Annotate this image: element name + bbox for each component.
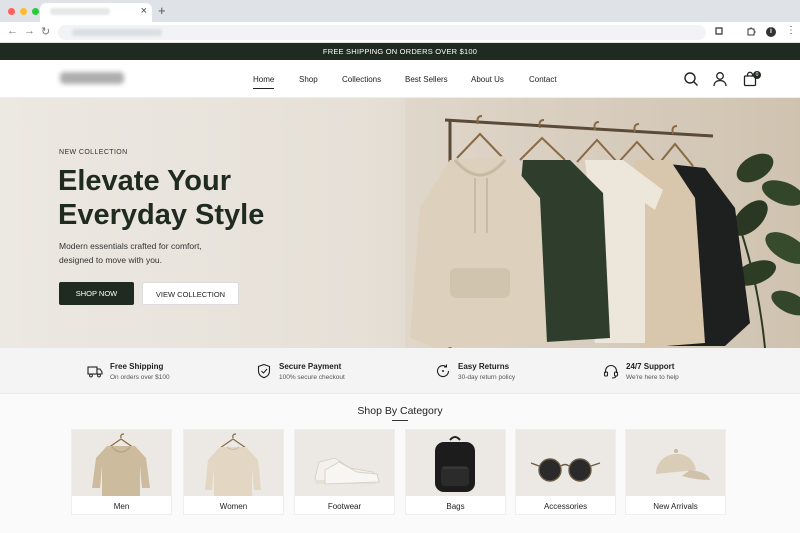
profile-icon[interactable]: i bbox=[766, 27, 776, 37]
category-label: Accessories bbox=[543, 502, 588, 511]
browser-menu-icon[interactable]: ⋮ bbox=[786, 25, 796, 36]
category-card-men[interactable]: Men bbox=[71, 429, 172, 515]
sunglasses-image bbox=[516, 430, 615, 496]
sneaker-image bbox=[295, 430, 394, 496]
heading-underline bbox=[392, 420, 408, 421]
hero-title-line-2: Everyday Style bbox=[58, 199, 265, 231]
hero-banner: NEW COLLECTION Elevate Your Everyday Sty… bbox=[0, 98, 800, 348]
return-icon bbox=[436, 364, 450, 378]
extension-icon[interactable] bbox=[714, 26, 724, 36]
puzzle-icon[interactable] bbox=[746, 26, 756, 36]
site-logo[interactable] bbox=[60, 72, 124, 84]
address-bar[interactable] bbox=[58, 25, 706, 40]
truck-icon bbox=[87, 366, 103, 378]
close-window-button[interactable] bbox=[8, 8, 15, 15]
category-label: Women bbox=[219, 502, 248, 511]
category-label: Bags bbox=[446, 502, 465, 511]
feature-title: Easy Returns bbox=[458, 362, 510, 371]
backpack-image bbox=[406, 430, 505, 496]
feature-subtitle: 30-day return policy bbox=[458, 374, 516, 381]
feature-subtitle: We're here to help bbox=[626, 374, 679, 381]
cap-image bbox=[626, 430, 725, 496]
hero-kicker: NEW COLLECTION bbox=[59, 149, 128, 156]
category-section: Shop By Category Men Women Footwear Bags… bbox=[0, 394, 800, 533]
hero-title-line-1: Elevate Your bbox=[58, 165, 232, 197]
browser-window: × + ← → ↻ i ⋮ FREE SHIPPING ON ORDERS OV… bbox=[0, 0, 800, 533]
browser-toolbar: ← → ↻ i ⋮ bbox=[0, 22, 800, 43]
category-heading: Shop By Category bbox=[357, 405, 443, 417]
new-tab-button[interactable]: + bbox=[158, 3, 166, 18]
site-header: Home Shop Collections Best Sellers About… bbox=[0, 60, 800, 98]
hero-subtitle-line-2: designed to move with you. bbox=[59, 255, 163, 265]
tab-strip: × + bbox=[0, 0, 800, 22]
window-controls bbox=[8, 8, 39, 15]
nav-shop[interactable]: Shop bbox=[299, 75, 318, 84]
hero-subtitle-line-1: Modern essentials crafted for comfort, bbox=[59, 241, 202, 251]
minimize-window-button[interactable] bbox=[20, 8, 27, 15]
back-icon[interactable]: ← bbox=[7, 25, 18, 37]
nav-contact[interactable]: Contact bbox=[529, 75, 557, 84]
feature-subtitle: 100% secure checkout bbox=[279, 374, 345, 381]
search-icon[interactable] bbox=[683, 71, 699, 87]
url-text-blurred bbox=[72, 29, 162, 36]
maximize-window-button[interactable] bbox=[32, 8, 39, 15]
forward-icon[interactable]: → bbox=[24, 25, 35, 37]
close-tab-icon[interactable]: × bbox=[141, 5, 147, 17]
moon-icon[interactable] bbox=[731, 26, 739, 36]
feature-title: Free Shipping bbox=[110, 362, 164, 371]
view-collection-button[interactable]: VIEW COLLECTION bbox=[142, 282, 239, 305]
category-card-footwear[interactable]: Footwear bbox=[294, 429, 395, 515]
nav-best-sellers[interactable]: Best Sellers bbox=[405, 75, 448, 84]
category-label: Footwear bbox=[327, 502, 362, 511]
shield-check-icon bbox=[257, 363, 271, 379]
sweater-image bbox=[184, 430, 283, 496]
feature-title: Secure Payment bbox=[279, 362, 342, 371]
category-card-new-arrivals[interactable]: New Arrivals bbox=[625, 429, 726, 515]
clothing-rack-image bbox=[405, 98, 800, 348]
category-card-women[interactable]: Women bbox=[183, 429, 284, 515]
shop-now-button[interactable]: SHOP NOW bbox=[59, 282, 134, 305]
features-bar: Free Shipping On orders over $100 Secure… bbox=[0, 348, 800, 394]
headset-icon bbox=[603, 365, 619, 379]
browser-tab[interactable]: × bbox=[40, 3, 152, 22]
promo-bar: FREE SHIPPING ON ORDERS OVER $100 bbox=[0, 43, 800, 60]
nav-about-us[interactable]: About Us bbox=[471, 75, 504, 84]
account-icon[interactable] bbox=[712, 71, 728, 87]
reload-icon[interactable]: ↻ bbox=[41, 25, 50, 38]
feature-title: 24/7 Support bbox=[626, 362, 675, 371]
hero-title: Elevate Your Everyday Style bbox=[58, 164, 318, 232]
hoodie-image bbox=[72, 430, 171, 496]
nav-home[interactable]: Home bbox=[253, 75, 275, 89]
category-label: Men bbox=[113, 502, 130, 511]
feature-subtitle: On orders over $100 bbox=[110, 374, 170, 381]
cart-count-badge: 0 bbox=[753, 71, 761, 79]
nav-collections[interactable]: Collections bbox=[342, 75, 381, 84]
category-card-accessories[interactable]: Accessories bbox=[515, 429, 616, 515]
category-card-bags[interactable]: Bags bbox=[405, 429, 506, 515]
hero-subtitle: Modern essentials crafted for comfort, d… bbox=[59, 239, 219, 267]
tab-title-blurred bbox=[50, 8, 110, 15]
category-label: New Arrivals bbox=[653, 502, 698, 511]
